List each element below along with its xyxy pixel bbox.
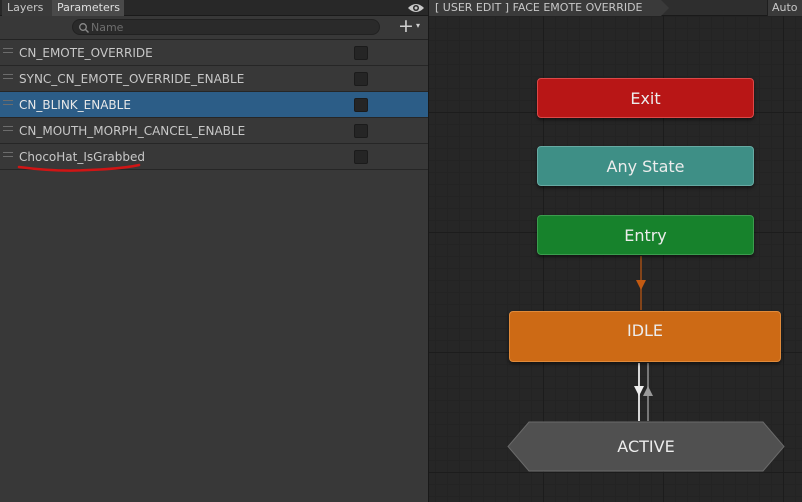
transition-arrowhead <box>634 386 644 396</box>
plus-icon: + <box>398 15 414 37</box>
drag-handle-icon[interactable] <box>3 126 13 131</box>
drag-handle-icon[interactable] <box>3 48 13 53</box>
parameter-name: SYNC_CN_EMOTE_OVERRIDE_ENABLE <box>19 72 245 86</box>
tab-parameters[interactable]: Parameters <box>52 0 124 16</box>
parameter-name: CN_MOUTH_MORPH_CANCEL_ENABLE <box>19 124 246 138</box>
state-active[interactable]: ACTIVE <box>507 421 785 472</box>
eye-icon[interactable] <box>407 2 425 14</box>
tab-layers[interactable]: Layers <box>2 0 52 16</box>
parameter-bool-checkbox[interactable] <box>354 150 368 164</box>
parameter-row[interactable]: CN_EMOTE_OVERRIDE <box>0 40 428 66</box>
parameter-name: CN_EMOTE_OVERRIDE <box>19 46 153 60</box>
drag-handle-icon[interactable] <box>3 100 13 105</box>
parameter-list: CN_EMOTE_OVERRIDE SYNC_CN_EMOTE_OVERRIDE… <box>0 40 428 170</box>
search-input[interactable] <box>91 20 371 34</box>
panel-tab-bar: Layers Parameters <box>0 0 428 16</box>
parameter-row[interactable]: SYNC_CN_EMOTE_OVERRIDE_ENABLE <box>0 66 428 92</box>
parameter-bool-checkbox[interactable] <box>354 72 368 86</box>
parameter-bool-checkbox[interactable] <box>354 46 368 60</box>
drag-handle-icon[interactable] <box>3 152 13 157</box>
parameters-toolbar: + ▾ <box>0 15 428 40</box>
drag-handle-icon[interactable] <box>3 74 13 79</box>
state-active-label: ACTIVE <box>617 437 675 456</box>
parameter-row-selected[interactable]: CN_BLINK_ENABLE <box>0 92 428 118</box>
chevron-down-icon: ▾ <box>416 21 421 30</box>
parameter-bool-checkbox[interactable] <box>354 98 368 112</box>
search-field[interactable] <box>72 19 380 35</box>
transition-arrowhead <box>643 386 653 396</box>
parameter-row[interactable]: CN_MOUTH_MORPH_CANCEL_ENABLE <box>0 118 428 144</box>
state-exit[interactable]: Exit <box>537 78 754 118</box>
parameter-bool-checkbox[interactable] <box>354 124 368 138</box>
red-underline-annotation <box>17 163 141 172</box>
state-any-state[interactable]: Any State <box>537 146 754 186</box>
state-entry[interactable]: Entry <box>537 215 754 255</box>
add-parameter-button[interactable]: + ▾ <box>396 15 426 37</box>
parameter-name: CN_BLINK_ENABLE <box>19 98 131 112</box>
search-icon <box>79 23 89 33</box>
state-idle[interactable]: IDLE <box>509 311 781 362</box>
parameters-panel: Layers Parameters + ▾ CN_EMOTE_OVERRIDE <box>0 0 428 502</box>
transition-arrowhead <box>636 280 646 290</box>
